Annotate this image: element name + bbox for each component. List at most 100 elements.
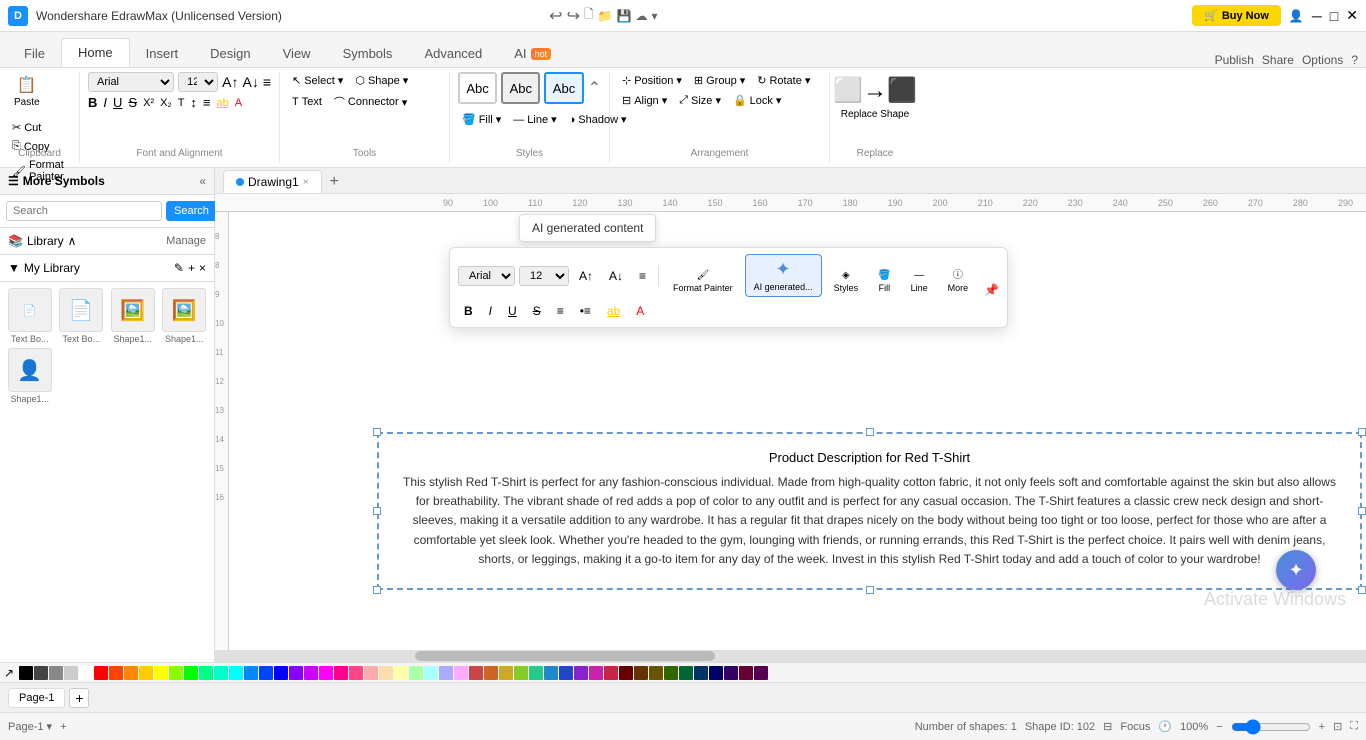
color-swatch[interactable] bbox=[79, 666, 93, 680]
color-swatch[interactable] bbox=[349, 666, 363, 680]
tab-view[interactable]: View bbox=[267, 40, 327, 67]
close-btn[interactable]: ✕ bbox=[1346, 7, 1358, 24]
sel-handle-tm[interactable] bbox=[866, 428, 874, 436]
style-box-1[interactable]: Abc bbox=[458, 72, 497, 104]
search-button[interactable]: Search bbox=[166, 201, 217, 221]
maximize-btn[interactable]: □ bbox=[1330, 8, 1338, 24]
tab-design[interactable]: Design bbox=[194, 40, 266, 67]
add-page-btn[interactable]: + bbox=[69, 688, 89, 708]
align-btn[interactable]: ≡ bbox=[263, 74, 271, 90]
ft-font-select[interactable]: Arial bbox=[458, 266, 515, 286]
layers-btn[interactable]: ⊟ bbox=[1103, 720, 1112, 733]
new-btn[interactable]: 🗋 bbox=[584, 5, 594, 26]
save-cloud-btn[interactable]: ☁ bbox=[636, 9, 648, 23]
highlight-btn[interactable]: ab bbox=[217, 97, 229, 109]
color-swatch[interactable] bbox=[604, 666, 618, 680]
ft-styles-btn[interactable]: ◈ Styles bbox=[826, 266, 867, 297]
connector-btn[interactable]: ⌒ Connector ▾ bbox=[330, 92, 411, 112]
color-swatch[interactable] bbox=[679, 666, 693, 680]
ft-italic-btn[interactable]: I bbox=[483, 301, 498, 321]
user-avatar[interactable]: 👤 bbox=[1289, 9, 1304, 23]
color-swatch[interactable] bbox=[124, 666, 138, 680]
ft-strikethrough-btn[interactable]: S bbox=[527, 301, 547, 321]
underline-btn[interactable]: U bbox=[113, 95, 122, 110]
color-swatch[interactable] bbox=[424, 666, 438, 680]
scrollbar-thumb[interactable] bbox=[415, 651, 715, 661]
color-swatch[interactable] bbox=[379, 666, 393, 680]
style-box-3[interactable]: Abc bbox=[544, 72, 583, 104]
color-swatch[interactable] bbox=[274, 666, 288, 680]
zoom-in-btn[interactable]: + bbox=[1319, 721, 1325, 733]
style-expand-btn[interactable]: ⌃ bbox=[588, 78, 601, 98]
add-library-btn[interactable]: + bbox=[188, 261, 195, 275]
tab-insert[interactable]: Insert bbox=[130, 40, 195, 67]
ft-font-color-btn[interactable]: A bbox=[630, 301, 650, 321]
color-swatch[interactable] bbox=[94, 666, 108, 680]
ft-line-btn[interactable]: — Line bbox=[903, 266, 936, 297]
ft-format-painter-btn[interactable]: 🖌 Format Painter bbox=[665, 266, 741, 297]
content-box-wrapper[interactable]: Product Description for Red T-Shirt This… bbox=[377, 432, 1362, 590]
color-swatch[interactable] bbox=[694, 666, 708, 680]
color-swatch[interactable] bbox=[634, 666, 648, 680]
color-swatch[interactable] bbox=[514, 666, 528, 680]
color-swatch[interactable] bbox=[19, 666, 33, 680]
focus-btn[interactable]: Focus bbox=[1120, 721, 1150, 733]
color-swatch[interactable] bbox=[394, 666, 408, 680]
open-btn[interactable]: 📁 bbox=[598, 9, 613, 23]
save-btn[interactable]: 💾 bbox=[617, 9, 632, 23]
ai-circle-button[interactable]: ✦ bbox=[1276, 550, 1316, 590]
tab-home[interactable]: Home bbox=[61, 38, 130, 67]
line-spacing-btn[interactable]: ↕ bbox=[190, 95, 197, 110]
help-btn[interactable]: ? bbox=[1351, 53, 1358, 67]
color-swatch[interactable] bbox=[34, 666, 48, 680]
subscript-btn[interactable]: X₂ bbox=[160, 97, 172, 109]
list-item[interactable]: 🖼️ Shape1... bbox=[109, 288, 157, 344]
color-swatch[interactable] bbox=[214, 666, 228, 680]
position-btn[interactable]: ⊹ Position ▾ bbox=[618, 72, 686, 89]
increase-font-btn[interactable]: A↑ bbox=[222, 74, 238, 90]
color-swatch[interactable] bbox=[304, 666, 318, 680]
color-swatch[interactable] bbox=[454, 666, 468, 680]
color-swatch[interactable] bbox=[469, 666, 483, 680]
sel-handle-bl[interactable] bbox=[373, 586, 381, 594]
line-btn[interactable]: — Line ▾ bbox=[509, 111, 560, 128]
canvas-page[interactable]: AI generated content Arial 12 A↑ A↓ ≡ bbox=[229, 212, 1366, 650]
color-swatch[interactable] bbox=[544, 666, 558, 680]
ft-bullet-btn[interactable]: •≡ bbox=[574, 301, 597, 321]
color-swatch[interactable] bbox=[154, 666, 168, 680]
close-tab-btn[interactable]: × bbox=[303, 177, 309, 188]
redo-btn[interactable]: ↪ bbox=[567, 6, 580, 26]
select-btn[interactable]: ↖ Select ▾ bbox=[288, 72, 347, 89]
paste-btn[interactable]: 📋 Paste bbox=[8, 72, 46, 111]
close-library-btn[interactable]: × bbox=[199, 261, 206, 275]
ft-pin-btn[interactable]: 📌 bbox=[984, 283, 999, 297]
color-swatch[interactable] bbox=[409, 666, 423, 680]
color-swatch[interactable] bbox=[364, 666, 378, 680]
sel-handle-tr[interactable] bbox=[1358, 428, 1366, 436]
color-swatch[interactable] bbox=[244, 666, 258, 680]
ft-underline-btn[interactable]: U bbox=[502, 301, 523, 321]
sel-handle-br[interactable] bbox=[1358, 586, 1366, 594]
tab-advanced[interactable]: Advanced bbox=[408, 40, 498, 67]
cut-btn[interactable]: ✂ Cut bbox=[8, 119, 71, 136]
ft-list-btn[interactable]: ≡ bbox=[551, 301, 570, 321]
tab-symbols[interactable]: Symbols bbox=[327, 40, 409, 67]
list-btn[interactable]: ≡ bbox=[203, 95, 211, 110]
text-btn[interactable]: T Text bbox=[288, 92, 326, 112]
color-swatch[interactable] bbox=[619, 666, 633, 680]
font-size-select[interactable]: 12 bbox=[178, 72, 218, 92]
size-btn[interactable]: ⤢ Size ▾ bbox=[675, 92, 725, 109]
ft-bold-btn[interactable]: B bbox=[458, 301, 479, 321]
publish-btn[interactable]: Publish bbox=[1215, 53, 1254, 67]
font-family-select[interactable]: Arial bbox=[88, 72, 174, 92]
color-swatch[interactable] bbox=[64, 666, 78, 680]
sel-handle-bm[interactable] bbox=[866, 586, 874, 594]
page-tab-1[interactable]: Page-1 bbox=[8, 688, 65, 708]
decrease-font-btn[interactable]: A↓ bbox=[242, 74, 258, 90]
sel-handle-mr[interactable] bbox=[1358, 507, 1366, 515]
lock-btn[interactable]: 🔒 Lock ▾ bbox=[729, 92, 785, 109]
color-swatch[interactable] bbox=[574, 666, 588, 680]
color-swatch[interactable] bbox=[184, 666, 198, 680]
color-swatch[interactable] bbox=[484, 666, 498, 680]
bold-btn[interactable]: B bbox=[88, 95, 97, 110]
